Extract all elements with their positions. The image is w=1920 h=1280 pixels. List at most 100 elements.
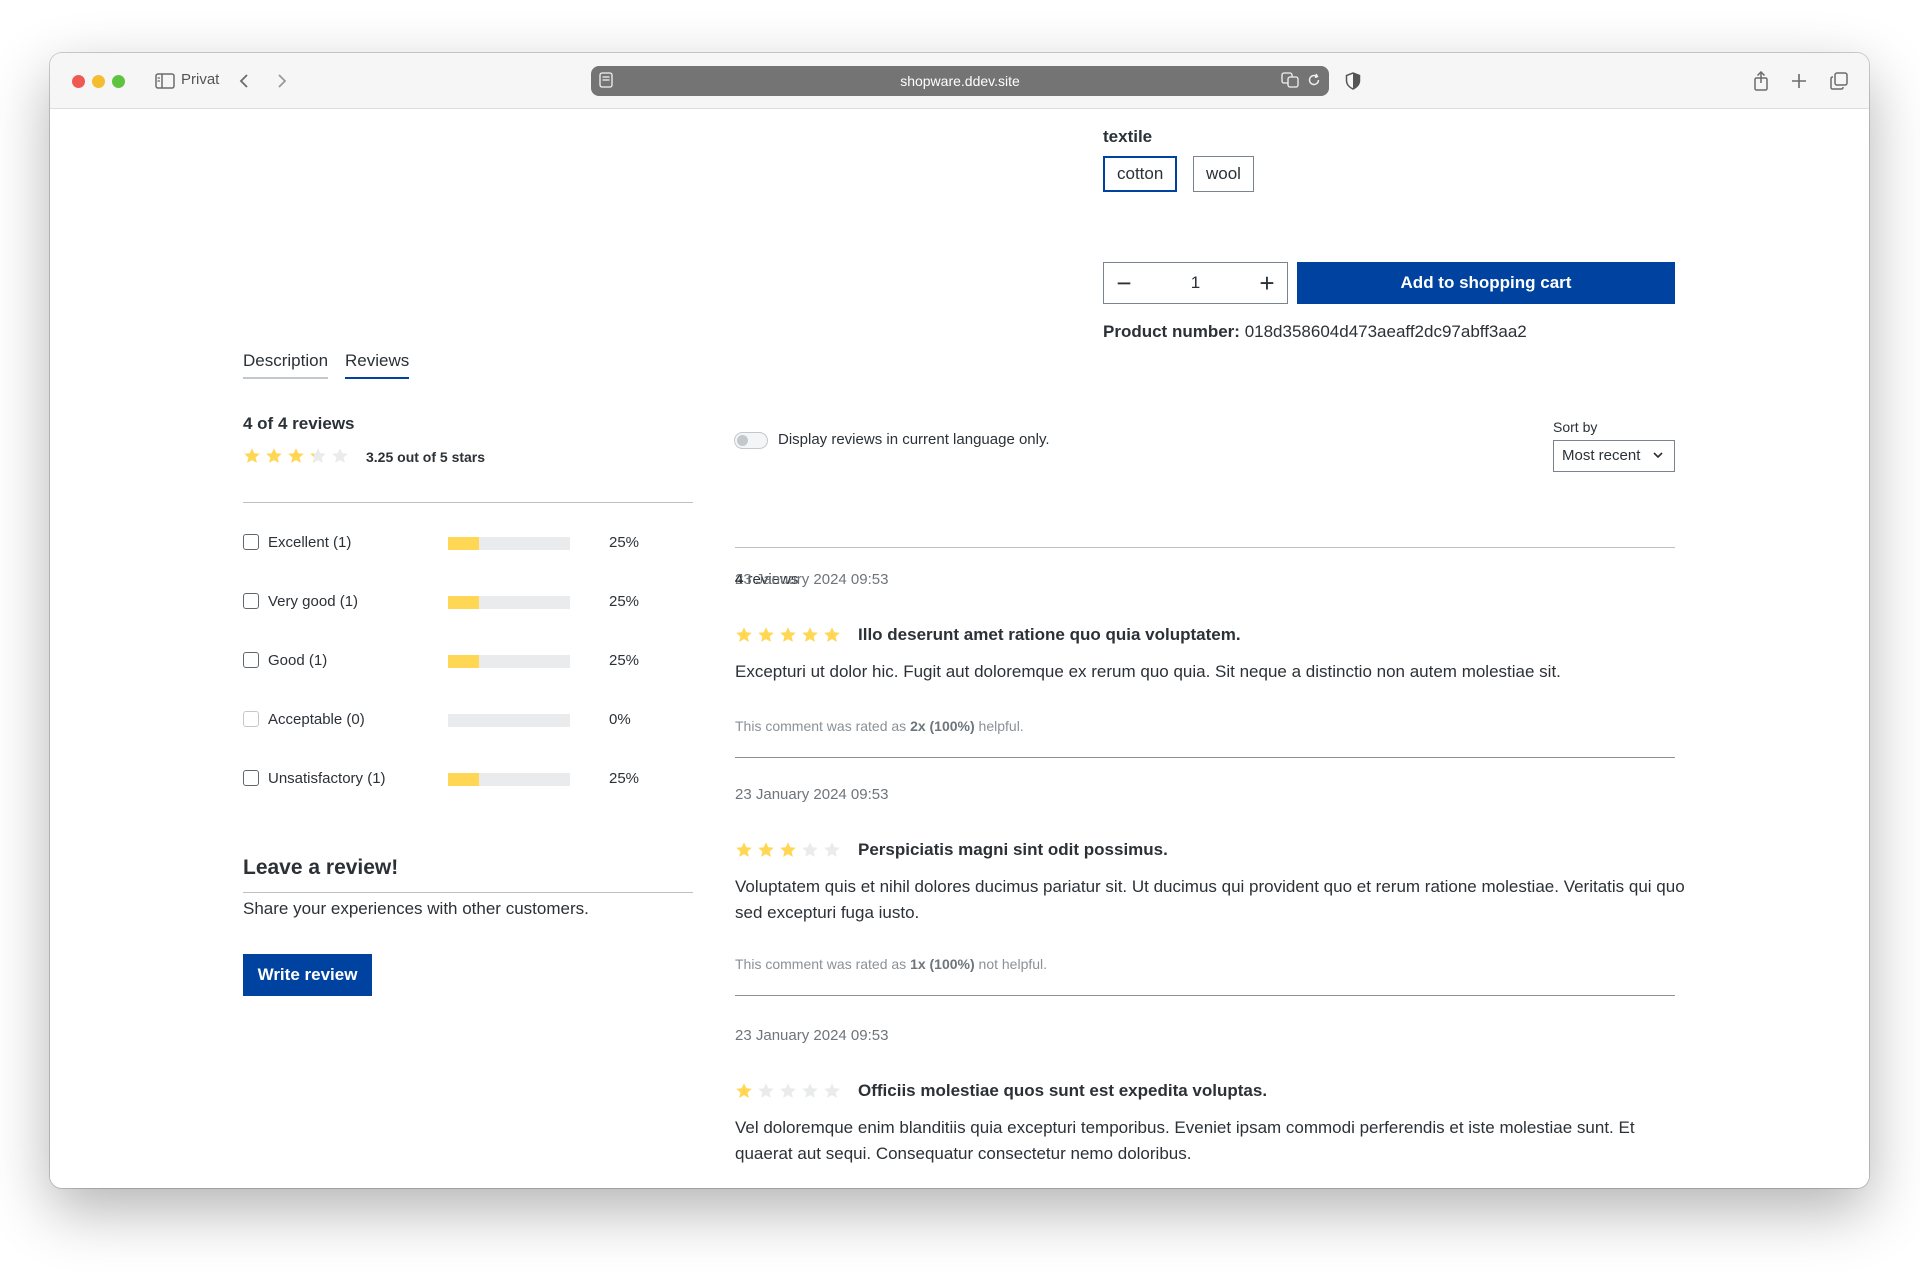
helpfulness-value: 2x (100%)	[910, 718, 975, 734]
rating-filter-label[interactable]: Excellent (1)	[268, 534, 351, 551]
product-number-value: 018d358604d473aeaff2dc97abff3aa2	[1244, 322, 1527, 341]
rating-filter-label[interactable]: Good (1)	[268, 652, 327, 669]
review-helpfulness: This comment was rated as 1x (100%) not …	[735, 956, 1047, 972]
star-icon	[802, 627, 818, 642]
list-top-divider	[735, 547, 1675, 548]
property-group-title: textile	[1103, 127, 1153, 146]
star-icon	[736, 842, 752, 857]
tab-reviews[interactable]: Reviews	[345, 351, 410, 379]
rating-filter-bar-fill	[448, 537, 479, 550]
rating-filter-row: Very good (1) 25%	[243, 590, 643, 614]
star-icon	[758, 627, 774, 642]
rating-filter-row: Acceptable (0) 0%	[243, 708, 643, 732]
product-number: Product number: 018d358604d473aeaff2dc97…	[1103, 322, 1527, 342]
star-icon	[824, 842, 840, 857]
option-cotton[interactable]: cotton	[1103, 156, 1178, 192]
star-icon	[332, 448, 348, 463]
helpfulness-value: 1x (100%)	[910, 956, 975, 972]
review-date: 23 January 2024 09:53	[735, 1027, 889, 1044]
review-rating-stars	[735, 841, 841, 859]
chevron-down-icon	[1652, 441, 1664, 482]
language-only-toggle[interactable]	[734, 432, 768, 449]
review-helpfulness: This comment was rated as 2x (100%) help…	[735, 718, 1024, 734]
summary-divider	[243, 502, 693, 503]
rating-filter-bar	[448, 773, 570, 786]
close-window-button[interactable]	[72, 75, 85, 88]
star-icon	[736, 627, 752, 642]
zoom-window-button[interactable]	[112, 75, 125, 88]
review-rating-stars	[735, 1082, 841, 1100]
star-icon	[780, 627, 796, 642]
rating-filter-label[interactable]: Very good (1)	[268, 593, 358, 610]
quantity-input[interactable]: 1	[1144, 273, 1247, 293]
private-profile-label[interactable]: Privat	[181, 71, 219, 88]
review-text: Vel doloremque enim blanditiis quia exce…	[735, 1118, 1635, 1163]
quantity-minus-button[interactable]: −	[1104, 263, 1144, 303]
star-icon	[824, 1083, 840, 1098]
rating-filter-checkbox[interactable]	[243, 593, 259, 609]
url-text: shopware.ddev.site	[900, 73, 1020, 89]
rating-filter-row: Excellent (1) 25%	[243, 531, 643, 555]
sidebar-toggle-icon[interactable]	[153, 69, 177, 93]
star-icon	[758, 1083, 774, 1098]
rating-filter-percent: 0%	[609, 711, 631, 728]
reload-icon[interactable]	[1307, 72, 1321, 91]
average-rating-stars	[243, 447, 349, 465]
average-rating-text: 3.25 out of 5 stars	[366, 449, 486, 465]
new-tab-plus-icon[interactable]	[1788, 69, 1810, 93]
add-to-cart-button[interactable]: Add to shopping cart	[1297, 262, 1675, 304]
share-icon[interactable]	[1750, 69, 1772, 93]
review-title: Perspiciatis magni sint odit possimus.	[858, 840, 1168, 859]
rating-filter-percent: 25%	[609, 593, 640, 610]
review-title: Illo deserunt amet ratione quo quia volu…	[858, 625, 1241, 644]
tab-description[interactable]: Description	[243, 351, 329, 379]
rating-filter-percent: 25%	[609, 652, 640, 669]
quantity-plus-button[interactable]: +	[1247, 263, 1287, 303]
helpfulness-suffix: not helpful.	[974, 956, 1048, 972]
rating-filter-bar	[448, 714, 570, 727]
star-icon	[780, 842, 796, 857]
write-review-button[interactable]: Write review	[243, 954, 372, 996]
review-title: Officiis molestiae quos sunt est expedit…	[858, 1081, 1268, 1100]
address-bar[interactable]: shopware.ddev.site	[591, 66, 1329, 96]
helpfulness-prefix: This comment was rated as	[735, 956, 911, 972]
leave-review-title: Leave a review!	[243, 856, 399, 879]
rating-filter-row: Good (1) 25%	[243, 649, 643, 673]
review-rating-stars	[735, 626, 841, 644]
rating-filter-checkbox	[243, 711, 259, 727]
browser-window: Privat shopware.ddev.site textile cotton…	[50, 53, 1869, 1188]
translate-icon[interactable]	[1281, 72, 1299, 91]
option-wool[interactable]: wool	[1193, 156, 1254, 192]
star-icon	[266, 448, 282, 463]
rating-filter-checkbox[interactable]	[243, 534, 259, 550]
rating-filter-label[interactable]: Acceptable (0)	[268, 711, 365, 728]
leave-review-divider	[243, 892, 693, 893]
star-icon	[780, 1083, 796, 1098]
review-count-heading: 4 of 4 reviews	[243, 414, 355, 433]
star-icon	[824, 627, 840, 642]
language-only-label: Display reviews in current language only…	[778, 431, 1050, 448]
rating-filter-checkbox[interactable]	[243, 770, 259, 786]
star-icon	[288, 448, 304, 463]
leave-review-text: Share your experiences with other custom…	[243, 899, 589, 918]
back-arrow-icon[interactable]	[234, 69, 254, 93]
star-icon	[736, 1083, 752, 1098]
quantity-stepper: − 1 +	[1103, 262, 1288, 304]
rating-filter-checkbox[interactable]	[243, 652, 259, 668]
star-icon	[802, 842, 818, 857]
forward-arrow-icon[interactable]	[272, 69, 292, 93]
review-text: Voluptatem quis et nihil dolores ducimus…	[735, 877, 1685, 922]
tab-overview-icon[interactable]	[1828, 69, 1850, 93]
star-icon	[310, 448, 326, 463]
rating-filter-label[interactable]: Unsatisfactory (1)	[268, 770, 386, 787]
rating-filter-bar-fill	[448, 655, 479, 668]
privacy-shield-icon[interactable]	[1343, 69, 1363, 93]
review-date: 23 January 2024 09:53	[735, 786, 889, 803]
sort-by-label: Sort by	[1553, 419, 1598, 435]
star-icon	[244, 448, 260, 463]
rating-filter-bar	[448, 596, 570, 609]
sort-select[interactable]: Most recent	[1553, 440, 1675, 472]
minimize-window-button[interactable]	[92, 75, 105, 88]
page-content: textile cotton wool − 1 + Add to shoppin…	[50, 110, 1869, 1188]
rating-filter-percent: 25%	[609, 534, 640, 551]
